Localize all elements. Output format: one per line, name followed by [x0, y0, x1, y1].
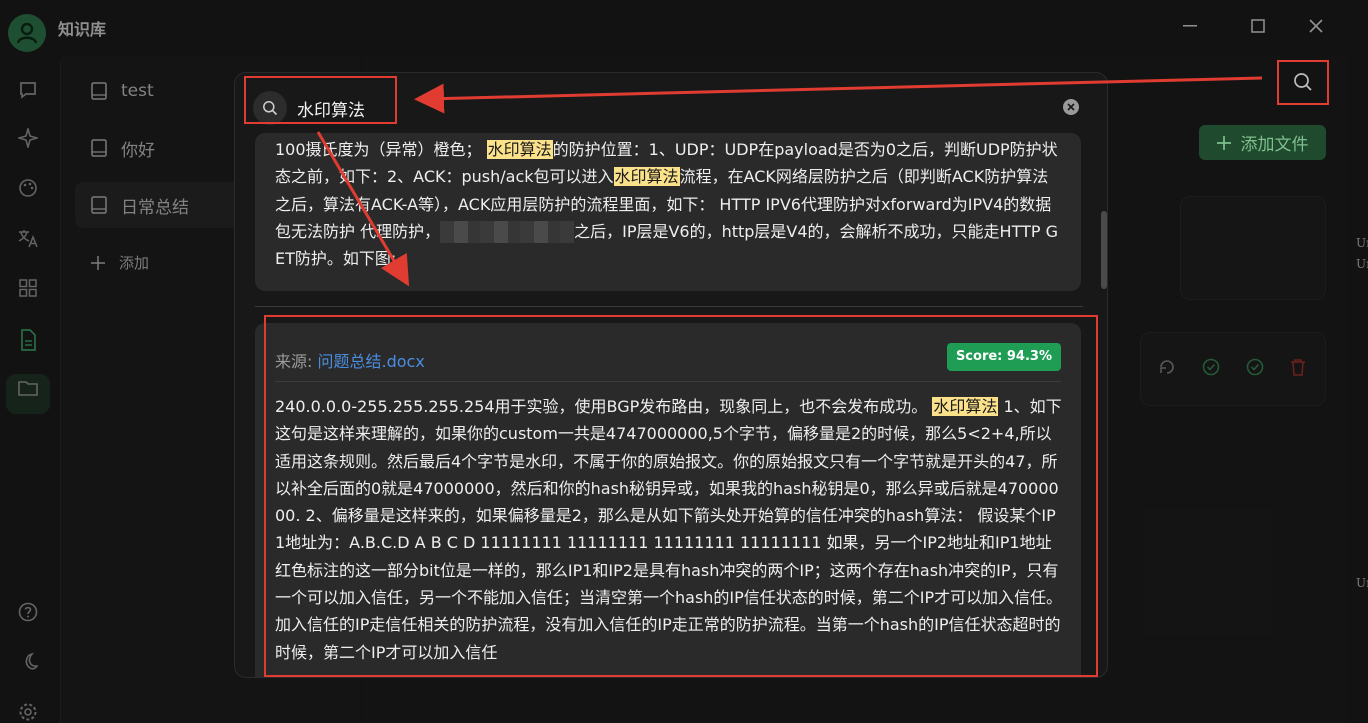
annotation-arrows — [316, 76, 1263, 287]
annotation-arrow — [316, 131, 410, 287]
app-window: 知识库 test 你好 日常总结 添加 U U U 添加文件 水印算法 100摄… — [0, 0, 1368, 723]
annotation-arrow — [414, 76, 1263, 114]
